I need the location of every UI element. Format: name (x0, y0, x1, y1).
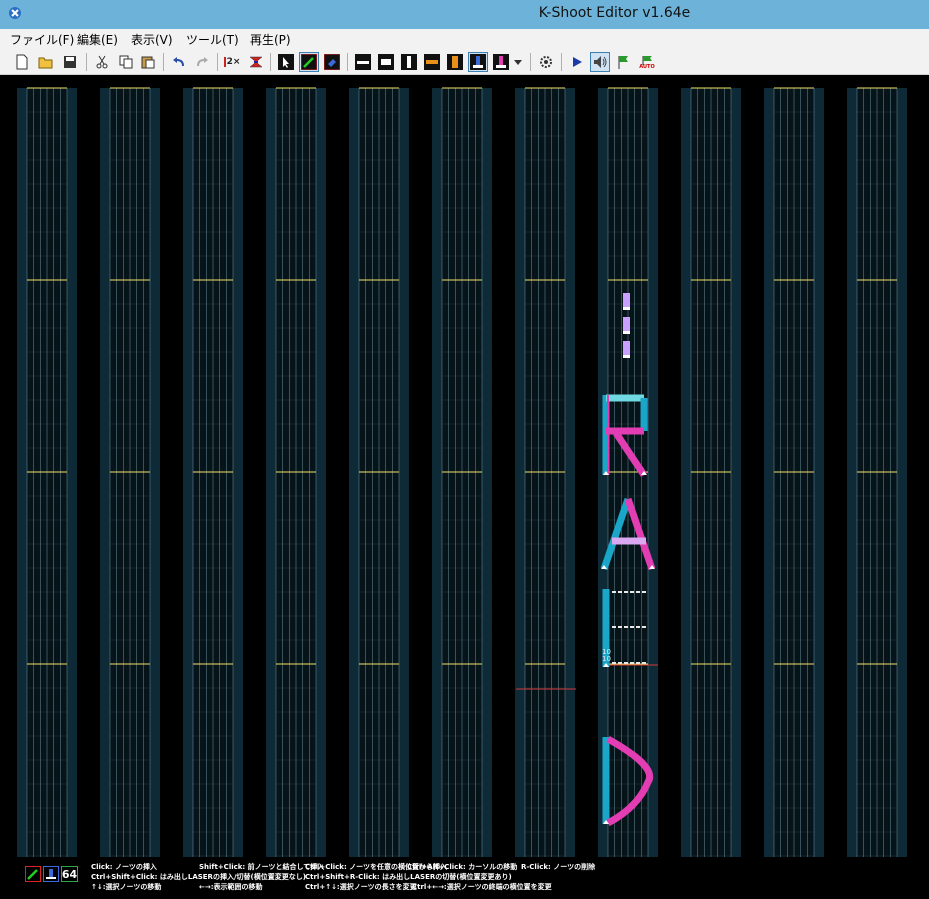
chip-note (623, 341, 630, 355)
bt-b-icon[interactable] (376, 52, 396, 72)
bt-long-icon[interactable] (468, 52, 488, 72)
auto-label: AUTO (639, 63, 655, 70)
menu-view[interactable]: 表示(V) (131, 31, 173, 48)
offset-number: 10 (602, 655, 611, 663)
bt-c-icon[interactable] (399, 52, 419, 72)
status-bar: 64 Click: ノーツの挿入 Ctrl+Shift+Click: はみ出しL… (0, 858, 929, 899)
cut-icon[interactable] (92, 52, 112, 72)
double-speed-icon[interactable]: 2× (222, 52, 242, 72)
help-ctrl-lr-end: Ctrl+←→:選択ノーツの終端の横位置を変更 (412, 883, 552, 891)
eraser-icon[interactable] (322, 52, 342, 72)
undo-icon[interactable] (169, 52, 189, 72)
title-bar: K-Shoot Editor v1.64e (0, 0, 929, 29)
laser-pen-icon[interactable] (299, 52, 319, 72)
save-icon[interactable] (60, 52, 80, 72)
chip-note-end (623, 331, 630, 334)
fx-l-icon[interactable] (422, 52, 442, 72)
redo-icon[interactable] (192, 52, 212, 72)
laser-pen-status-icon[interactable] (25, 866, 41, 882)
help-ctrl-shift-rclick: Ctrl+Shift+R-Click: はみ出しLASERの切替(横位置変更あり… (305, 873, 512, 881)
help-ctrl-arrow-length: Ctrl+↑↓:選択ノーツの長さを変更 (305, 883, 417, 891)
double-speed-label: 2× (223, 57, 240, 67)
autoplay-flag-icon[interactable] (614, 52, 634, 72)
window-title: K-Shoot Editor v1.64e (538, 5, 691, 21)
dropdown-arrow-icon[interactable] (512, 52, 524, 72)
new-file-icon[interactable] (12, 52, 32, 72)
chart-editor-canvas[interactable]: RAED1010 (8, 77, 924, 862)
menu-play[interactable]: 再生(P) (250, 31, 291, 48)
bt-long-status-icon[interactable] (43, 866, 59, 882)
chip-note (623, 293, 630, 307)
sound-icon[interactable] (590, 52, 610, 72)
spectrum-icon[interactable] (246, 52, 266, 72)
menu-tools[interactable]: ツール(T) (186, 31, 239, 48)
help-arrow-move: ↑↓:選択ノーツの移動 (91, 883, 162, 891)
toolbar: 2× AUTO (0, 49, 929, 75)
auto-icon[interactable]: AUTO (637, 52, 657, 72)
menu-edit[interactable]: 編集(E) (77, 31, 118, 48)
help-ctrl-alt-click: Ctrl+Alt+Click: カーソルの移動 (407, 863, 518, 871)
select-cursor-icon[interactable] (276, 52, 296, 72)
chip-note (623, 317, 630, 331)
bpm-value[interactable]: 64 (61, 866, 78, 882)
play-icon[interactable] (567, 52, 587, 72)
chip-icon[interactable] (491, 52, 511, 72)
fx-r-icon[interactable] (445, 52, 465, 72)
help-rclick: R-Click: ノーツの削除 (521, 863, 596, 871)
menu-bar: ファイル(F) 編集(E) 表示(V) ツール(T) 再生(P) (0, 29, 929, 49)
menu-file[interactable]: ファイル(F) (10, 31, 74, 48)
help-ctrl-shift-click: Ctrl+Shift+Click: はみ出しLASERの挿入/切替(横位置変更な… (91, 873, 306, 881)
paste-icon[interactable] (138, 52, 158, 72)
settings-gear-icon[interactable] (536, 52, 556, 72)
k-shoot-editor-window: K-Shoot Editor v1.64e ファイル(F) 編集(E) 表示(V… (0, 0, 929, 899)
help-scroll-range: ←→:表示範囲の移動 (199, 883, 263, 891)
chip-note-end (623, 307, 630, 310)
open-folder-icon[interactable] (36, 52, 56, 72)
bt-a-icon[interactable] (353, 52, 373, 72)
copy-icon[interactable] (116, 52, 136, 72)
chip-note-end (623, 355, 630, 358)
help-click: Click: ノーツの挿入 (91, 863, 157, 871)
